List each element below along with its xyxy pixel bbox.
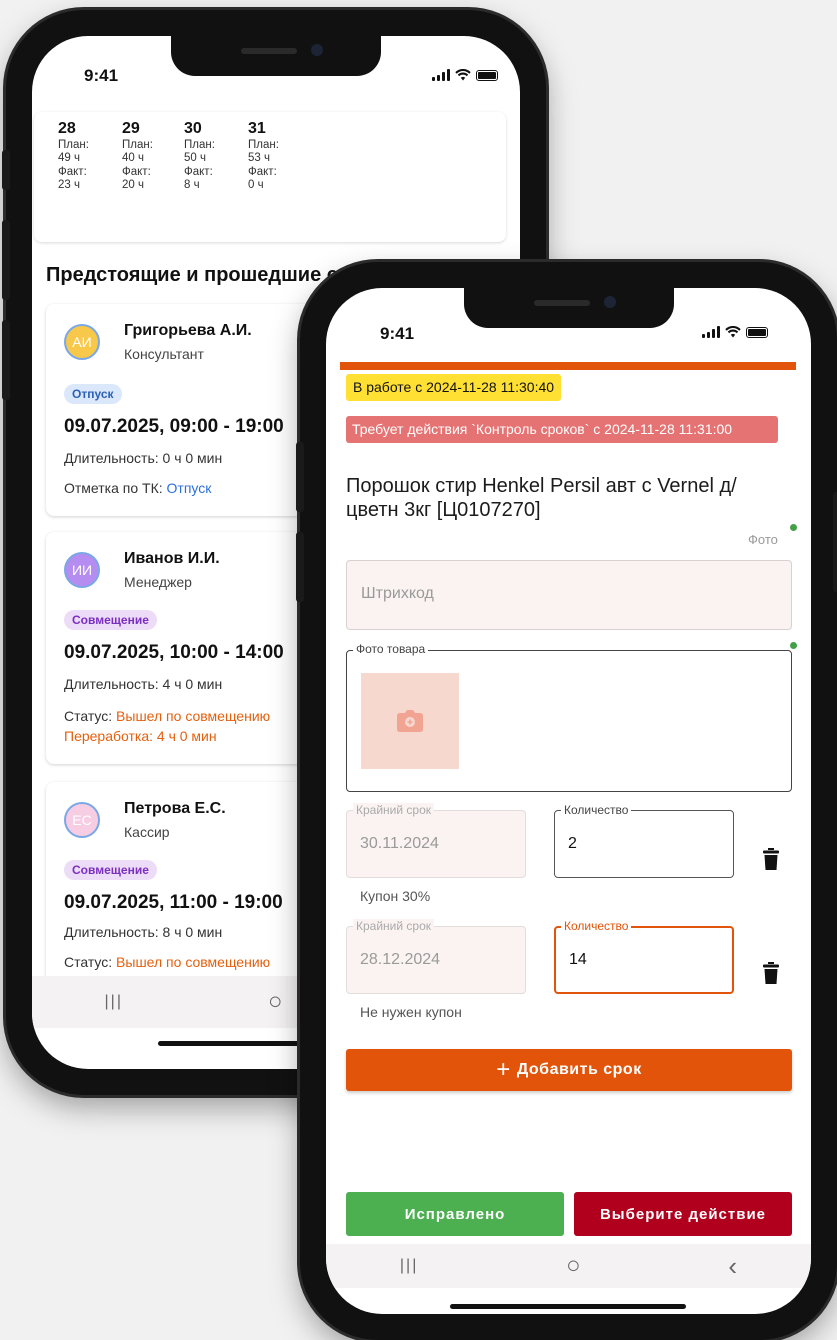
- shift-duration: Длительность: 8 ч 0 мин: [64, 924, 223, 940]
- volume-down-button: [2, 320, 10, 400]
- power-button: [833, 492, 837, 592]
- android-nav-bar: ||| ○ ‹: [326, 1244, 811, 1288]
- shift-time: 09.07.2025, 09:00 - 19:00: [64, 416, 284, 437]
- status-badge: Отпуск: [64, 384, 122, 404]
- recent-apps-button[interactable]: |||: [400, 1257, 418, 1275]
- status-icons: [702, 326, 768, 338]
- home-button[interactable]: ○: [268, 988, 283, 1016]
- week-day: 30 План: 50 ч Факт: 8 ч: [184, 120, 215, 191]
- indicator-dot: [790, 524, 797, 531]
- barcode-input[interactable]: Штрихкод: [346, 560, 792, 630]
- employee-role: Консультант: [124, 346, 204, 362]
- volume-up-button: [296, 442, 304, 512]
- delete-icon[interactable]: [763, 962, 779, 984]
- indicator-dot: [790, 642, 797, 649]
- tk-mark: Отметка по ТК: Отпуск: [64, 480, 212, 496]
- shift-time: 09.07.2025, 11:00 - 19:00: [64, 892, 283, 913]
- mute-switch: [2, 150, 10, 190]
- photo-upload-button[interactable]: [361, 673, 459, 769]
- home-indicator[interactable]: [450, 1304, 686, 1309]
- coupon-note: Купон 30%: [360, 888, 431, 904]
- signal-icon: [432, 69, 450, 81]
- header-accent-bar: [340, 362, 796, 370]
- shift-status: Статус: Вышел по совмещению: [64, 954, 271, 970]
- volume-up-button: [2, 220, 10, 300]
- avatar: ИИ: [64, 552, 100, 588]
- product-title: Порошок стир Henkel Persil авт с Vernel …: [346, 475, 737, 521]
- quantity-field[interactable]: Количество 2: [554, 803, 734, 878]
- week-summary-card: 28 План: 49 ч Факт: 23 ч 29 План: 40 ч Факт…: [34, 112, 506, 242]
- signal-icon: [702, 326, 720, 338]
- screen-right: 9:41 В работе с 2024-11-28 11:30:40 Треб…: [326, 288, 811, 1314]
- product-photo-field: Фото товара: [346, 642, 792, 792]
- week-day: 31 План: 53 ч Факт: 0 ч: [248, 120, 279, 191]
- in-work-banner: В работе с 2024-11-28 11:30:40: [346, 374, 562, 401]
- shift-duration: Длительность: 4 ч 0 мин: [64, 676, 223, 692]
- deadline-field[interactable]: Крайний срок 30.11.2024: [346, 803, 526, 878]
- add-deadline-button[interactable]: + Добавить срок: [346, 1049, 792, 1091]
- volume-down-button: [296, 532, 304, 602]
- coupon-note: Не нужен купон: [360, 1004, 462, 1020]
- shift-duration: Длительность: 0 ч 0 мин: [64, 450, 223, 466]
- recent-apps-button[interactable]: |||: [105, 993, 123, 1011]
- quantity-field[interactable]: Количество 14: [554, 919, 734, 994]
- employee-name: Иванов И.И.: [124, 550, 220, 567]
- plus-icon: +: [496, 1056, 511, 1083]
- employee-name: Петрова Е.С.: [124, 800, 226, 817]
- avatar: ЕС: [64, 802, 100, 838]
- shift-status: Статус: Вышел по совмещению: [64, 708, 271, 724]
- photo-link[interactable]: Фото: [748, 532, 778, 547]
- back-button[interactable]: ‹: [728, 1251, 737, 1282]
- week-day: 29 План: 40 ч Факт: 20 ч: [122, 120, 153, 191]
- action-required-banner: Требует действия `Контроль сроков` с 202…: [346, 416, 778, 443]
- employee-role: Менеджер: [124, 574, 192, 590]
- employee-name: Григорьева А.И.: [124, 322, 252, 339]
- delete-icon[interactable]: [763, 848, 779, 870]
- home-button[interactable]: ○: [566, 1252, 581, 1280]
- wifi-icon: [455, 69, 471, 81]
- battery-icon: [746, 326, 768, 338]
- battery-icon: [476, 69, 498, 81]
- add-deadline-label: Добавить срок: [516, 1061, 642, 1078]
- status-time: 9:41: [380, 324, 415, 343]
- notch: [463, 288, 674, 328]
- notch: [171, 36, 381, 76]
- shift-time: 09.07.2025, 10:00 - 14:00: [64, 642, 284, 663]
- status-badge: Совмещение: [64, 610, 157, 630]
- phone-frame-right: 9:41 В работе с 2024-11-28 11:30:40 Треб…: [296, 262, 837, 1340]
- status-time: 9:41: [84, 66, 119, 85]
- employee-role: Кассир: [124, 824, 170, 840]
- camera-icon: [397, 710, 423, 732]
- status-badge: Совмещение: [64, 860, 157, 880]
- deadline-field[interactable]: Крайний срок 28.12.2024: [346, 919, 526, 994]
- status-icons: [432, 69, 498, 81]
- wifi-icon: [725, 326, 741, 338]
- fixed-button[interactable]: Исправлено: [346, 1192, 564, 1236]
- choose-action-button[interactable]: Выберите действие: [574, 1192, 792, 1236]
- photo-field-label: Фото товара: [353, 642, 429, 656]
- avatar: АИ: [64, 324, 100, 360]
- overtime: Переработка: 4 ч 0 мин: [64, 728, 217, 744]
- week-day: 28 План: 49 ч Факт: 23 ч: [58, 120, 89, 191]
